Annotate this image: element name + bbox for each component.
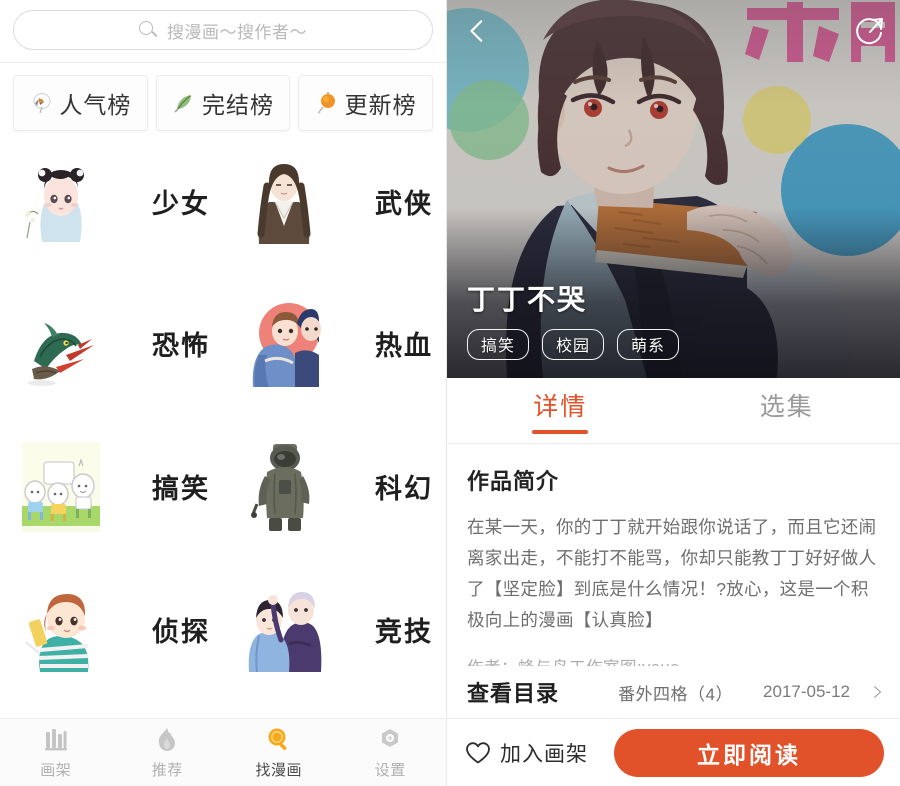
tab-active-indicator <box>532 430 589 434</box>
latest-episode: 番外四格（4） <box>618 684 734 704</box>
search-magnifier-icon <box>268 728 287 750</box>
catalog-row[interactable]: 查看目录 番外四格（4） 2017-05-12 <box>447 666 900 718</box>
rank-label: 更新榜 <box>344 92 417 118</box>
detective-kid-thumb <box>22 584 100 675</box>
bookshelf-icon <box>44 728 67 750</box>
search-section: 搜漫画～搜作者～ <box>0 0 446 62</box>
heart-outline-icon <box>466 741 490 763</box>
read-now-button[interactable]: 立即阅读 <box>614 728 884 777</box>
action-bar: 加入画架 立即阅读 <box>447 718 900 786</box>
rank-button-popularity[interactable]: 人气榜 <box>13 75 148 131</box>
latest-date: 2017-05-12 <box>763 682 850 701</box>
chevron-right-icon <box>874 686 882 698</box>
comic-detail-panel: 丁丁不哭 搞笑 校园 萌系 详情 选集 作品简介 在某一天，你的丁丁就开始跟你说… <box>447 0 900 786</box>
category-item-sports[interactable]: 竞技 <box>223 575 446 683</box>
popularity-badge-icon <box>33 93 51 114</box>
category-item-detective[interactable]: 侦探 <box>0 575 223 683</box>
synopsis-heading: 作品简介 <box>467 469 560 494</box>
share-refresh-icon <box>856 18 883 45</box>
nav-item-recommend[interactable]: 推荐 <box>112 726 224 780</box>
tag-chip[interactable]: 搞笑 <box>467 329 530 360</box>
flame-icon <box>159 727 176 751</box>
add-to-shelf-button[interactable]: 加入画架 <box>465 738 588 768</box>
sports-duo-thumb <box>245 584 323 675</box>
tab-episodes[interactable]: 选集 <box>674 378 900 443</box>
rank-buttons: 人气榜 完结榜 更新榜 <box>0 63 446 145</box>
detail-content: 作品简介 在某一天，你的丁丁就开始跟你说话了，而且它还闹离家出走，不能打不能骂，… <box>447 444 900 666</box>
synopsis-text: 在某一天，你的丁丁就开始跟你说话了，而且它还闹离家出走，不能打不能骂，你却只能教… <box>467 517 877 630</box>
app-screen: 搜漫画～搜作者～ 人气榜 完结榜 更新榜 少女 武侠 恐怖 热血 搞笑 科幻 侦… <box>0 0 900 786</box>
detail-tabs: 详情 选集 <box>447 378 900 444</box>
category-label: 武侠 <box>375 188 433 219</box>
tag-chip[interactable]: 校园 <box>542 329 605 360</box>
horror-dragon-thumb <box>22 298 100 389</box>
tab-label: 详情 <box>533 393 588 421</box>
lantern-icon <box>317 92 335 114</box>
nav-item-settings[interactable]: 设置 <box>335 726 447 780</box>
add-to-shelf-label: 加入画架 <box>500 742 588 766</box>
category-item-scifi[interactable]: 科幻 <box>223 433 446 541</box>
tag-list: 搞笑 校园 萌系 <box>467 329 680 360</box>
girl-portrait-thumb <box>22 156 100 246</box>
nav-label: 设置 <box>374 761 406 779</box>
rank-button-completed[interactable]: 完结榜 <box>155 75 291 131</box>
comic-title: 丁丁不哭 <box>467 284 588 315</box>
category-label: 恐怖 <box>152 331 210 362</box>
category-label: 热血 <box>375 331 433 362</box>
category-label: 竞技 <box>375 616 433 647</box>
rank-label: 人气榜 <box>59 92 132 118</box>
tag-chip[interactable]: 萌系 <box>617 329 680 360</box>
catalog-label: 查看目录 <box>467 681 560 706</box>
nav-item-bookshelf[interactable]: 画架 <box>0 726 112 780</box>
author-line: 作者：蜂与鸟工作室图:yaua <box>467 654 880 666</box>
category-grid: 少女 武侠 恐怖 热血 搞笑 科幻 侦探 竞技 <box>0 145 446 718</box>
scifi-astronaut-thumb <box>245 441 323 532</box>
nav-label: 推荐 <box>151 761 183 779</box>
search-input[interactable]: 搜漫画～搜作者～ <box>13 10 433 50</box>
share-button[interactable] <box>854 14 886 46</box>
tab-active-indicator <box>759 430 815 434</box>
category-label: 侦探 <box>152 616 210 647</box>
tab-label: 选集 <box>759 393 814 421</box>
search-placeholder: 搜漫画～搜作者～ <box>167 22 307 42</box>
tab-details[interactable]: 详情 <box>447 378 674 443</box>
comedy-chibi-thumb <box>22 441 100 532</box>
hero-cover: 丁丁不哭 搞笑 校园 萌系 <box>447 0 900 378</box>
rank-label: 完结榜 <box>202 92 274 118</box>
hotblood-duo-thumb <box>245 298 323 389</box>
chevron-left-icon <box>470 20 483 42</box>
category-item-shaonv[interactable]: 少女 <box>0 147 223 255</box>
nav-label: 画架 <box>40 761 72 779</box>
category-label: 少女 <box>152 188 210 219</box>
hero-meta: 丁丁不哭 搞笑 校园 萌系 <box>467 278 680 360</box>
rank-button-updates[interactable]: 更新榜 <box>298 75 434 131</box>
search-icon <box>139 20 158 40</box>
category-item-wuxia[interactable]: 武侠 <box>223 147 446 255</box>
gear-icon <box>382 728 399 747</box>
wuxia-man-thumb <box>245 156 323 246</box>
discover-panel: 搜漫画～搜作者～ 人气榜 完结榜 更新榜 少女 武侠 恐怖 热血 搞笑 科幻 侦… <box>0 0 447 786</box>
category-item-comedy[interactable]: 搞笑 <box>0 433 223 541</box>
read-now-label: 立即阅读 <box>697 741 801 768</box>
bottom-navigation: 画架 推荐 找漫画 设置 <box>0 718 446 786</box>
nav-label: 找漫画 <box>255 761 302 779</box>
back-button[interactable] <box>461 14 495 48</box>
category-item-horror[interactable]: 恐怖 <box>0 290 223 398</box>
category-label: 搞笑 <box>152 474 210 504</box>
category-item-hotblood[interactable]: 热血 <box>223 290 446 398</box>
category-label: 科幻 <box>375 474 433 504</box>
leaf-icon <box>174 95 191 113</box>
nav-item-find-comics[interactable]: 找漫画 <box>223 726 335 780</box>
